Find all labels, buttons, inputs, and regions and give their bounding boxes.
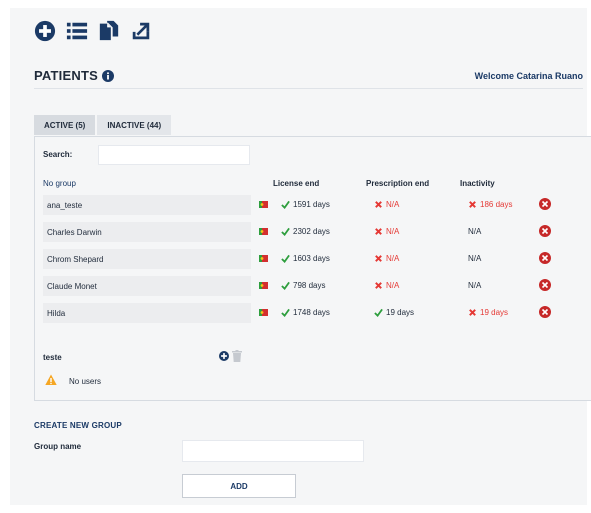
flag-icon — [259, 228, 268, 235]
table-row: Hilda 1748 days 19 days 19 days — [43, 303, 583, 323]
flag-icon — [259, 282, 268, 289]
add-patient-button[interactable] — [34, 20, 56, 42]
copy-button[interactable] — [98, 20, 120, 42]
prescription-value: 19 days — [386, 308, 415, 317]
license-cell: 1591 days — [281, 200, 330, 209]
welcome-text: Welcome Catarina Ruano — [474, 71, 583, 81]
trash-icon[interactable] — [232, 350, 242, 362]
group-name-teste: teste — [43, 353, 62, 362]
cross-icon — [374, 227, 383, 236]
inactivity-cell: 19 days — [468, 308, 508, 317]
no-users-text: No users — [69, 377, 102, 386]
create-group-title: CREATE NEW GROUP — [34, 421, 122, 430]
table-row: Charles Darwin 2302 days N/A N/A — [43, 222, 583, 242]
cross-icon — [468, 308, 477, 317]
table-row: ana_teste 1591 days N/A 186 days — [43, 195, 583, 215]
search-input[interactable] — [98, 145, 250, 165]
check-icon — [281, 281, 290, 290]
inactivity-value: 186 days — [480, 200, 513, 209]
prescription-cell: N/A — [374, 281, 399, 290]
warning-icon — [45, 374, 57, 386]
prescription-cell: N/A — [374, 254, 399, 263]
prescription-cell: 19 days — [374, 308, 414, 317]
prescription-value: N/A — [386, 254, 400, 263]
inactivity-cell: N/A — [468, 281, 481, 290]
prescription-cell: N/A — [374, 227, 399, 236]
inactivity-value: N/A — [468, 254, 482, 263]
license-cell: 798 days — [281, 281, 325, 290]
column-license-end: License end — [273, 179, 320, 188]
column-inactivity: Inactivity — [460, 179, 495, 188]
list-view-button[interactable] — [66, 20, 88, 42]
export-button[interactable] — [130, 20, 152, 42]
license-value: 798 days — [293, 281, 326, 290]
add-circle-icon — [34, 20, 56, 42]
patient-name[interactable]: Charles Darwin — [43, 222, 251, 242]
table-row: Chrom Shepard 1603 days N/A N/A — [43, 249, 583, 269]
check-icon — [374, 308, 383, 317]
cross-icon — [374, 281, 383, 290]
no-group-label: No group — [43, 179, 76, 188]
delete-patient-icon[interactable] — [539, 279, 551, 291]
patients-panel: Search: No group License end Prescriptio… — [34, 136, 591, 401]
check-icon — [281, 200, 290, 209]
inactivity-value: N/A — [468, 281, 482, 290]
license-cell: 1748 days — [281, 308, 330, 317]
patient-name[interactable]: ana_teste — [43, 195, 251, 215]
inactivity-value: N/A — [468, 227, 482, 236]
export-icon — [132, 22, 150, 40]
prescription-value: N/A — [386, 227, 400, 236]
license-value: 1603 days — [293, 254, 330, 263]
license-value: 2302 days — [293, 227, 330, 236]
inactivity-cell: 186 days — [468, 200, 512, 209]
prescription-value: N/A — [386, 281, 400, 290]
check-icon — [281, 254, 290, 263]
table-row: Claude Monet 798 days N/A N/A — [43, 276, 583, 296]
license-cell: 1603 days — [281, 254, 330, 263]
page-title-text: PATIENTS — [34, 68, 98, 83]
license-cell: 2302 days — [281, 227, 330, 236]
inactivity-cell: N/A — [468, 254, 481, 263]
inactivity-value: 19 days — [480, 308, 509, 317]
group-name-input[interactable] — [182, 440, 364, 462]
flag-icon — [259, 201, 268, 208]
delete-patient-icon[interactable] — [539, 225, 551, 237]
delete-patient-icon[interactable] — [539, 252, 551, 264]
column-prescription-end: Prescription end — [366, 179, 430, 188]
tab-active[interactable]: ACTIVE (5) — [34, 115, 96, 135]
delete-patient-icon[interactable] — [539, 198, 551, 210]
group-name-label: Group name — [34, 442, 82, 451]
check-icon — [281, 227, 290, 236]
license-value: 1748 days — [293, 308, 330, 317]
tab-inactive[interactable]: INACTIVE (44) — [97, 115, 172, 135]
copy-documents-icon — [99, 20, 119, 41]
flag-icon — [259, 309, 268, 316]
patient-name[interactable]: Chrom Shepard — [43, 249, 251, 269]
patients-page: PATIENTS Welcome Catarina Ruano ACTIVE (… — [10, 8, 591, 505]
cross-icon — [374, 254, 383, 263]
check-icon — [281, 308, 290, 317]
add-group-button[interactable]: ADD — [182, 474, 296, 498]
tab-bar: ACTIVE (5) INACTIVE (44) — [34, 115, 172, 135]
cross-icon — [374, 200, 383, 209]
list-icon — [66, 22, 88, 40]
toolbar — [34, 20, 152, 42]
patient-name[interactable]: Hilda — [43, 303, 251, 323]
license-value: 1591 days — [293, 200, 330, 209]
search-label: Search: — [43, 150, 73, 159]
inactivity-cell: N/A — [468, 227, 481, 236]
prescription-value: N/A — [386, 200, 400, 209]
prescription-cell: N/A — [374, 200, 399, 209]
info-icon[interactable] — [101, 70, 114, 82]
cross-icon — [468, 200, 477, 209]
flag-icon — [259, 255, 268, 262]
add-to-group-icon[interactable] — [219, 351, 229, 361]
patient-name[interactable]: Claude Monet — [43, 276, 251, 296]
header-divider — [34, 88, 583, 89]
delete-patient-icon[interactable] — [539, 306, 551, 318]
page-title: PATIENTS — [34, 68, 114, 83]
